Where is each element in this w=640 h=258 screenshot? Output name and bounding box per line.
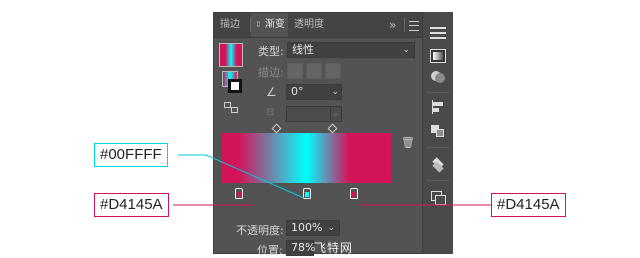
cyan-connector-line bbox=[178, 154, 305, 199]
left-color-callout: #D4145A bbox=[94, 193, 169, 217]
cyan-color-callout: #00FFFF bbox=[94, 143, 168, 167]
watermark-text: 飞特网 bbox=[314, 241, 354, 255]
right-color-callout: #D4145A bbox=[491, 193, 566, 217]
